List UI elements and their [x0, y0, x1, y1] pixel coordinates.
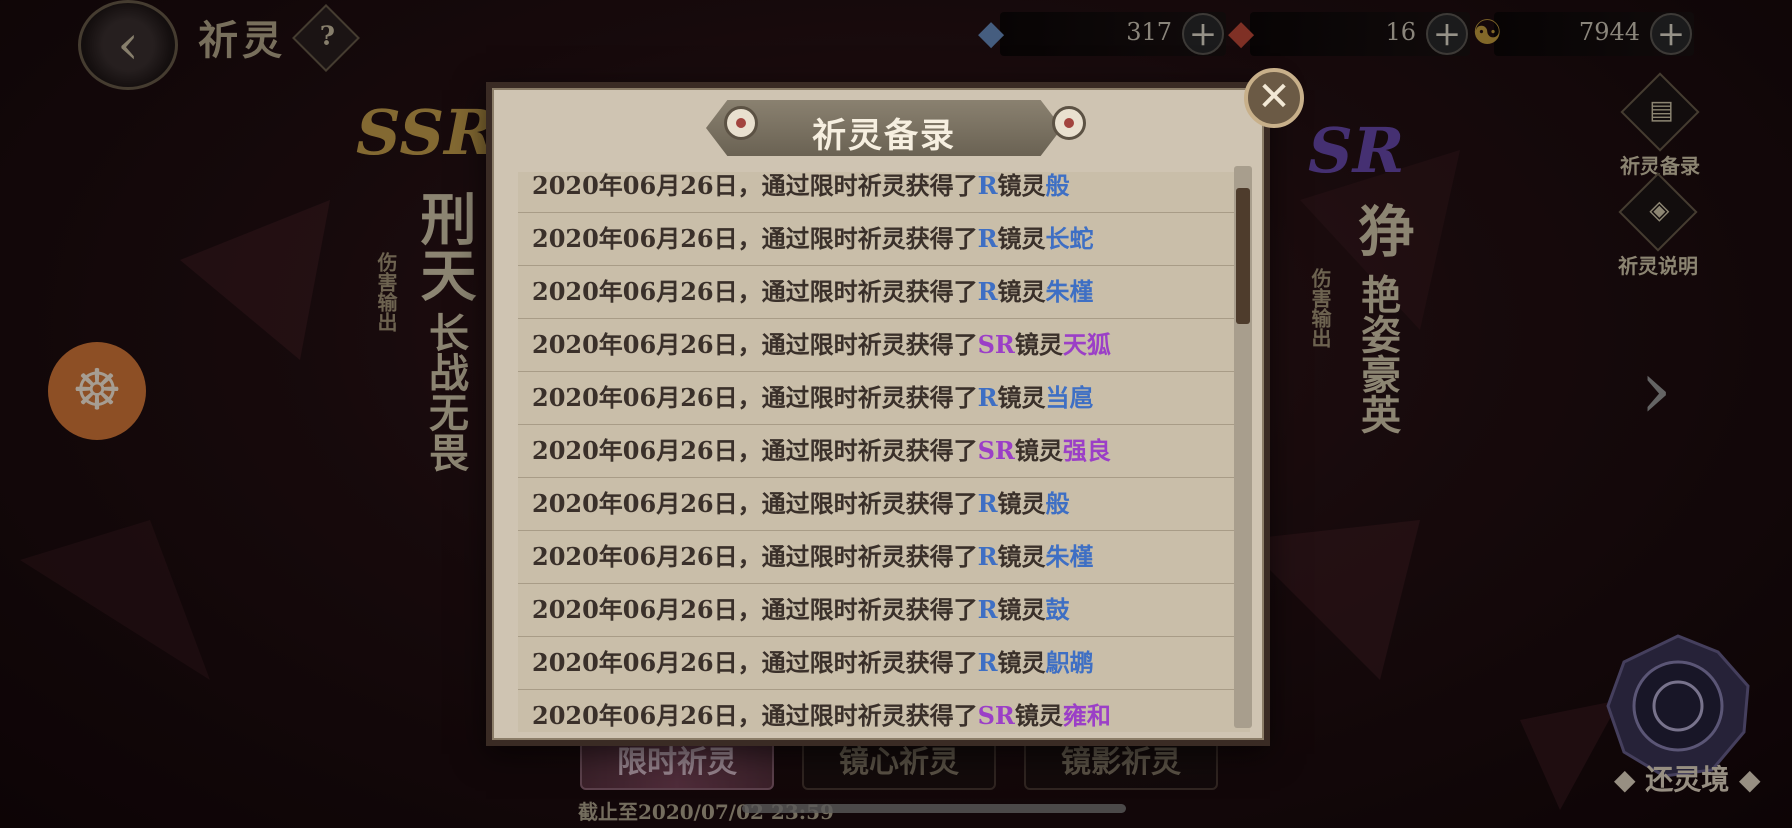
record-date: 2020年06月26日， [532, 277, 762, 306]
record-kind: 镜灵 [997, 277, 1046, 306]
record-date: 2020年06月26日， [532, 542, 762, 571]
record-row: 2020年06月26日，通过限时祈灵获得了R镜灵朱槿 [518, 531, 1250, 584]
record-date: 2020年06月26日， [532, 701, 762, 730]
record-row: 2020年06月26日，通过限时祈灵获得了R镜灵当扈 [518, 372, 1250, 425]
record-rarity: R [977, 648, 998, 677]
close-button[interactable]: ✕ [1244, 68, 1304, 128]
record-rarity: R [977, 383, 998, 412]
record-row: 2020年06月26日，通过限时祈灵获得了R镜灵长蛇 [518, 213, 1250, 266]
record-date: 2020年06月26日， [532, 383, 762, 412]
modal-header: 祈灵备录 [706, 100, 1062, 156]
record-rarity: SR [977, 436, 1015, 465]
record-text: 通过限时祈灵获得了 [761, 330, 978, 359]
record-date: 2020年06月26日， [532, 489, 762, 518]
record-row: 2020年06月26日，通过限时祈灵获得了R镜灵鼓 [518, 584, 1250, 637]
record-name: 天狐 [1062, 330, 1111, 359]
header-ornament-left-icon [724, 106, 758, 140]
record-rarity: R [977, 489, 998, 518]
record-rarity: SR [977, 330, 1015, 359]
record-rarity: R [977, 542, 998, 571]
record-rarity: R [977, 277, 998, 306]
record-text: 通过限时祈灵获得了 [761, 701, 978, 730]
record-date: 2020年06月26日， [532, 436, 762, 465]
record-name: 强良 [1062, 436, 1111, 465]
modal-title: 祈灵备录 [812, 116, 956, 156]
record-date: 2020年06月26日， [532, 224, 762, 253]
record-name: 雍和 [1062, 701, 1111, 730]
record-name: 䳅鹕 [1045, 648, 1094, 677]
record-row: 2020年06月26日，通过限时祈灵获得了R镜灵般 [518, 172, 1250, 213]
records-list-container[interactable]: 2020年06月26日，通过限时祈灵获得了R镜灵般 2020年06月26日，通过限… [518, 172, 1250, 732]
record-kind: 镜灵 [997, 172, 1046, 200]
record-row: 2020年06月26日，通过限时祈灵获得了R镜灵般 [518, 478, 1250, 531]
record-row: 2020年06月26日，通过限时祈灵获得了SR镜灵天狐 [518, 319, 1250, 372]
record-kind: 镜灵 [997, 542, 1046, 571]
record-name: 般 [1045, 489, 1070, 518]
record-date: 2020年06月26日， [532, 648, 762, 677]
records-modal: 祈灵备录 2020年06月26日，通过限时祈灵获得了R镜灵般 2020年06月26… [486, 82, 1270, 746]
record-text: 通过限时祈灵获得了 [761, 277, 978, 306]
record-name: 朱槿 [1045, 277, 1094, 306]
record-row: 2020年06月26日，通过限时祈灵获得了R镜灵朱槿 [518, 266, 1250, 319]
record-row: 2020年06月26日，通过限时祈灵获得了SR镜灵强良 [518, 425, 1250, 478]
record-text: 通过限时祈灵获得了 [761, 542, 978, 571]
record-kind: 镜灵 [1014, 436, 1063, 465]
record-date: 2020年06月26日， [532, 172, 762, 200]
record-text: 通过限时祈灵获得了 [761, 224, 978, 253]
record-rarity: R [977, 172, 998, 200]
record-kind: 镜灵 [997, 595, 1046, 624]
record-kind: 镜灵 [997, 224, 1046, 253]
record-name: 长蛇 [1045, 224, 1094, 253]
record-name: 般 [1045, 172, 1070, 200]
record-text: 通过限时祈灵获得了 [761, 383, 978, 412]
record-name: 鼓 [1045, 595, 1070, 624]
record-text: 通过限时祈灵获得了 [761, 489, 978, 518]
record-rarity: R [977, 224, 998, 253]
record-text: 通过限时祈灵获得了 [761, 648, 978, 677]
record-kind: 镜灵 [997, 648, 1046, 677]
record-date: 2020年06月26日， [532, 595, 762, 624]
record-text: 通过限时祈灵获得了 [761, 436, 978, 465]
scrollbar-thumb[interactable] [1236, 188, 1250, 324]
record-kind: 镜灵 [997, 383, 1046, 412]
record-kind: 镜灵 [1014, 701, 1063, 730]
record-text: 通过限时祈灵获得了 [761, 172, 978, 200]
record-date: 2020年06月26日， [532, 330, 762, 359]
record-rarity: SR [977, 701, 1015, 730]
record-row: 2020年06月26日，通过限时祈灵获得了R镜灵䳅鹕 [518, 637, 1250, 690]
record-rarity: R [977, 595, 998, 624]
record-text: 通过限时祈灵获得了 [761, 595, 978, 624]
record-row: 2020年06月26日，通过限时祈灵获得了SR镜灵雍和 [518, 690, 1250, 732]
record-kind: 镜灵 [1014, 330, 1063, 359]
record-name: 当扈 [1045, 383, 1094, 412]
record-kind: 镜灵 [997, 489, 1046, 518]
header-ornament-right-icon [1052, 106, 1086, 140]
record-name: 朱槿 [1045, 542, 1094, 571]
records-list: 2020年06月26日，通过限时祈灵获得了R镜灵般 2020年06月26日，通过限… [518, 172, 1250, 732]
